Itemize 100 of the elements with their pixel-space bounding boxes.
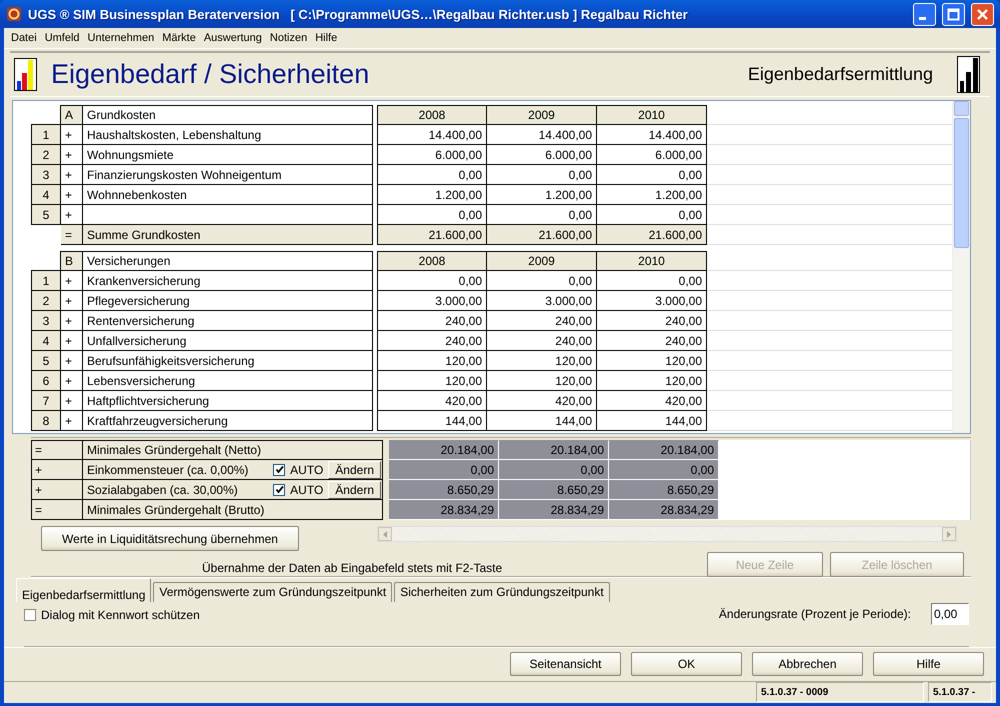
table-cell[interactable]: 240,00 — [377, 311, 487, 331]
table-cell[interactable]: 14.400,00 — [377, 125, 487, 145]
table-cell[interactable]: 0,00 — [377, 205, 487, 225]
ok-button[interactable]: OK — [631, 652, 742, 676]
table-cell[interactable]: 0,00 — [597, 205, 707, 225]
table-cell[interactable]: 1.200,00 — [377, 185, 487, 205]
menu-item[interactable]: Hilfe — [311, 32, 342, 44]
table-cell[interactable]: 0,00 — [597, 271, 707, 291]
tab[interactable]: Sicherheiten zum Gründungszeitpunkt — [394, 582, 610, 602]
row-number: 1 — [31, 125, 61, 145]
table-cell[interactable]: 240,00 — [597, 311, 707, 331]
table-cell[interactable]: 420,00 — [377, 391, 487, 411]
table-cell[interactable]: 0,00 — [487, 165, 597, 185]
summary-cell: 28.834,29 — [499, 500, 609, 520]
table-cell[interactable]: 6.000,00 — [597, 145, 707, 165]
table-cell[interactable]: 6.000,00 — [377, 145, 487, 165]
table-cell[interactable]: 0,00 — [487, 205, 597, 225]
table-cell[interactable]: Krankenversicherung — [83, 271, 373, 291]
table-cell[interactable]: Finanzierungskosten Wohneigentum — [83, 165, 373, 185]
tab[interactable]: Eigenbedarfsermittlung — [16, 578, 152, 602]
close-button[interactable] — [971, 2, 994, 26]
table-cell[interactable]: 144,00 — [377, 411, 487, 431]
table-cell[interactable]: 240,00 — [487, 311, 597, 331]
minimize-button[interactable] — [913, 2, 936, 26]
table-cell[interactable]: 0,00 — [487, 271, 597, 291]
table-cell[interactable]: 1.200,00 — [487, 185, 597, 205]
table-cell[interactable]: Pflegeversicherung — [83, 291, 373, 311]
row-sign: + — [61, 411, 83, 431]
vertical-scrollbar[interactable] — [952, 101, 970, 433]
summary-cell: 20.184,00 — [389, 440, 499, 460]
row-sign: = — [61, 225, 83, 245]
menu-item[interactable]: Auswertung — [200, 32, 266, 44]
table-cell[interactable]: 144,00 — [597, 411, 707, 431]
summary-cell: 28.834,29 — [389, 500, 499, 520]
help-button[interactable]: Hilfe — [873, 652, 984, 676]
table-cell[interactable]: 14.400,00 — [597, 125, 707, 145]
total-cell: 21.600,00 — [377, 225, 487, 245]
change-button[interactable]: Ändern — [328, 460, 381, 478]
table-cell[interactable]: Wohnungsmiete — [83, 145, 373, 165]
tab[interactable]: Vermögenswerte zum Gründungszeitpunkt — [153, 582, 392, 602]
table-cell[interactable]: 120,00 — [377, 351, 487, 371]
table-cell[interactable]: Rentenversicherung — [83, 311, 373, 331]
row-sign: = — [31, 440, 83, 460]
row-sign: + — [61, 205, 83, 225]
table-cell[interactable]: Haushaltskosten, Lebenshaltung — [83, 125, 373, 145]
table-cell[interactable]: 120,00 — [377, 371, 487, 391]
table-cell[interactable]: 420,00 — [487, 391, 597, 411]
table-cell[interactable]: 120,00 — [487, 371, 597, 391]
column-header: 2008 — [377, 105, 487, 125]
row-number: 5 — [31, 205, 61, 225]
table-cell[interactable]: 240,00 — [597, 331, 707, 351]
table-cell[interactable]: 120,00 — [597, 351, 707, 371]
menu-item[interactable]: Datei — [7, 32, 41, 44]
transfer-button[interactable]: Werte in Liquiditätsrechung übernehmen — [41, 526, 299, 551]
row-number: 3 — [31, 311, 61, 331]
table-cell[interactable]: 6.000,00 — [487, 145, 597, 165]
table-cell[interactable]: 3.000,00 — [487, 291, 597, 311]
section-letter: B — [61, 251, 83, 271]
minimize-icon — [919, 16, 926, 20]
table-cell[interactable]: 0,00 — [377, 271, 487, 291]
table-cell[interactable]: 0,00 — [377, 165, 487, 185]
change-button[interactable]: Ändern — [328, 480, 381, 498]
total-cell: 21.600,00 — [597, 225, 707, 245]
checkbox[interactable] — [273, 484, 286, 496]
table-cell[interactable]: 240,00 — [377, 331, 487, 351]
section-title: Grundkosten — [83, 105, 373, 125]
checkbox[interactable] — [273, 464, 286, 476]
table-cell[interactable]: Lebensversicherung — [83, 371, 373, 391]
table-cell[interactable]: 144,00 — [487, 411, 597, 431]
table-cell[interactable] — [83, 205, 373, 225]
cancel-button[interactable]: Abbrechen — [752, 652, 863, 676]
maximize-button[interactable] — [942, 2, 965, 26]
menu-item[interactable]: Notizen — [266, 32, 312, 44]
table-cell[interactable]: Unfallversicherung — [83, 331, 373, 351]
table-cell[interactable]: 240,00 — [487, 331, 597, 351]
summary-cell: 0,00 — [499, 460, 609, 480]
menu-item[interactable]: Märkte — [158, 32, 200, 44]
table-cell[interactable]: Haftpflichtversicherung — [83, 391, 373, 411]
table-cell[interactable]: 1.200,00 — [597, 185, 707, 205]
table-cell[interactable]: 3.000,00 — [597, 291, 707, 311]
rate-field[interactable]: 0,00 — [931, 603, 969, 625]
menu-item[interactable]: Unternehmen — [84, 32, 158, 44]
row-sign: + — [61, 371, 83, 391]
table-cell[interactable]: 120,00 — [597, 371, 707, 391]
table-cell[interactable]: Berufsunfähigkeitsversicherung — [83, 351, 373, 371]
row-sign: + — [61, 291, 83, 311]
table-cell[interactable]: 3.000,00 — [377, 291, 487, 311]
table-cell[interactable]: Wohnnebenkosten — [83, 185, 373, 205]
checkbox[interactable] — [24, 609, 36, 621]
column-header: 2009 — [487, 105, 597, 125]
total-cell: 21.600,00 — [487, 225, 597, 245]
preview-button[interactable]: Seitenansicht — [510, 652, 621, 676]
table-cell[interactable]: 14.400,00 — [487, 125, 597, 145]
menu-item[interactable]: Umfeld — [40, 32, 84, 44]
table-cell[interactable]: 420,00 — [597, 391, 707, 411]
table-cell[interactable]: 120,00 — [487, 351, 597, 371]
table-cell[interactable]: Kraftfahrzeugversicherung — [83, 411, 373, 431]
row-sign: + — [31, 480, 83, 500]
hint-text: Übernahme der Daten ab Eingabefeld stets mit F2-Taste — [202, 560, 504, 574]
table-cell[interactable]: 0,00 — [597, 165, 707, 185]
